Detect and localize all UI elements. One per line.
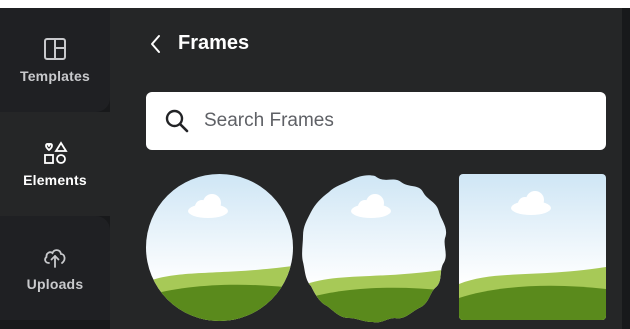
rail-item-uploads[interactable]: Uploads bbox=[0, 216, 110, 320]
elements-icon bbox=[44, 141, 68, 164]
frame-rounded-square[interactable] bbox=[459, 174, 606, 320]
frame-circle[interactable] bbox=[146, 174, 293, 321]
side-rail: Templates Elements Uploads bbox=[0, 8, 110, 329]
rail-label-templates: Templates bbox=[19, 68, 90, 84]
scroll-edge bbox=[622, 150, 630, 329]
frames-panel: Frames bbox=[110, 8, 622, 329]
templates-icon bbox=[44, 38, 66, 60]
search-bar[interactable] bbox=[146, 92, 606, 150]
frame-wavy-circle[interactable] bbox=[301, 174, 449, 324]
rail-item-elements[interactable]: Elements bbox=[0, 112, 110, 216]
rail-label-elements: Elements bbox=[23, 172, 87, 188]
app-window: Templates Elements Uploads Frames Search… bbox=[0, 0, 630, 329]
upload-cloud-icon bbox=[44, 249, 66, 268]
top-edge bbox=[0, 0, 630, 8]
rail-item-templates[interactable]: Templates bbox=[0, 8, 110, 112]
panel-title: Frames bbox=[178, 32, 250, 54]
chevron-left-icon bbox=[151, 34, 160, 53]
search-icon bbox=[165, 109, 189, 133]
back-button[interactable]: Frames bbox=[148, 32, 249, 55]
rail-label-uploads: Uploads bbox=[26, 276, 84, 292]
search-input[interactable] bbox=[202, 109, 566, 133]
frames-grid bbox=[146, 174, 616, 329]
